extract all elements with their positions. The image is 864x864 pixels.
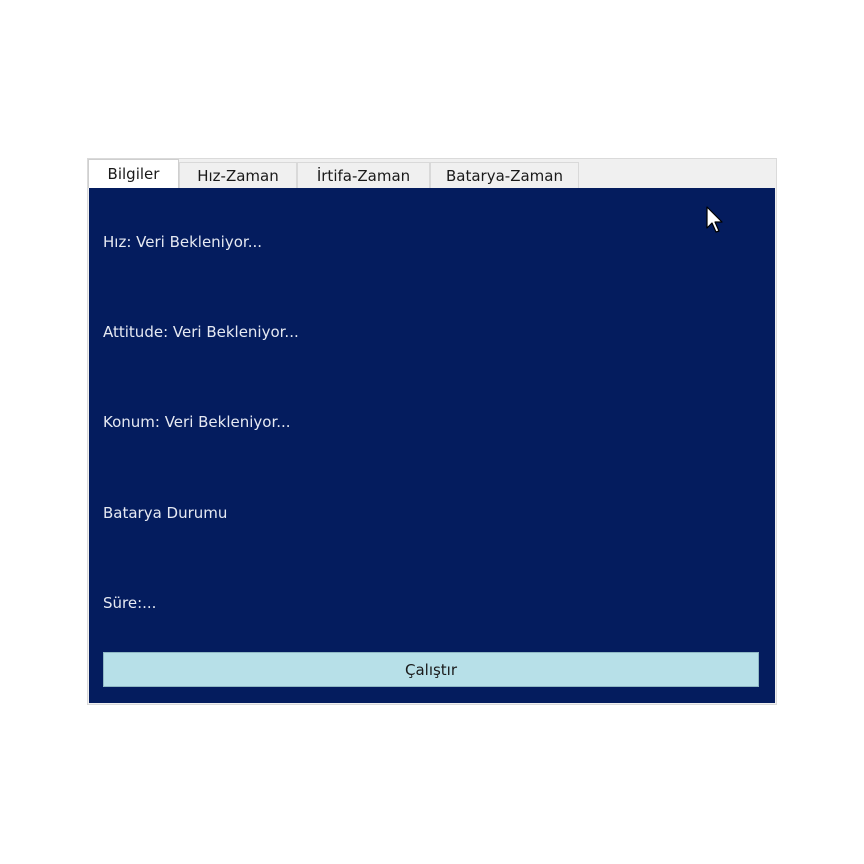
mouse-pointer-icon — [706, 206, 723, 233]
location-label: Konum: Veri Bekleniyor... — [103, 413, 291, 431]
duration-label: Süre:... — [103, 594, 157, 612]
tab-hiz-zaman[interactable]: Hız-Zaman — [179, 162, 297, 188]
attitude-label: Attitude: Veri Bekleniyor... — [103, 323, 299, 341]
run-button[interactable]: Çalıştır — [103, 652, 759, 687]
tab-bilgiler[interactable]: Bilgiler — [88, 159, 179, 188]
battery-status-label: Batarya Durumu — [103, 504, 228, 522]
tab-irtifa-zaman[interactable]: İrtifa-Zaman — [297, 162, 430, 188]
info-panel: Hız: Veri Bekleniyor... Attitude: Veri B… — [89, 188, 775, 703]
tab-batarya-zaman[interactable]: Batarya-Zaman — [430, 162, 579, 188]
speed-label: Hız: Veri Bekleniyor... — [103, 233, 262, 251]
tab-bar: Bilgiler Hız-Zaman İrtifa-Zaman Batarya-… — [88, 159, 776, 188]
app-window: Bilgiler Hız-Zaman İrtifa-Zaman Batarya-… — [87, 158, 777, 705]
